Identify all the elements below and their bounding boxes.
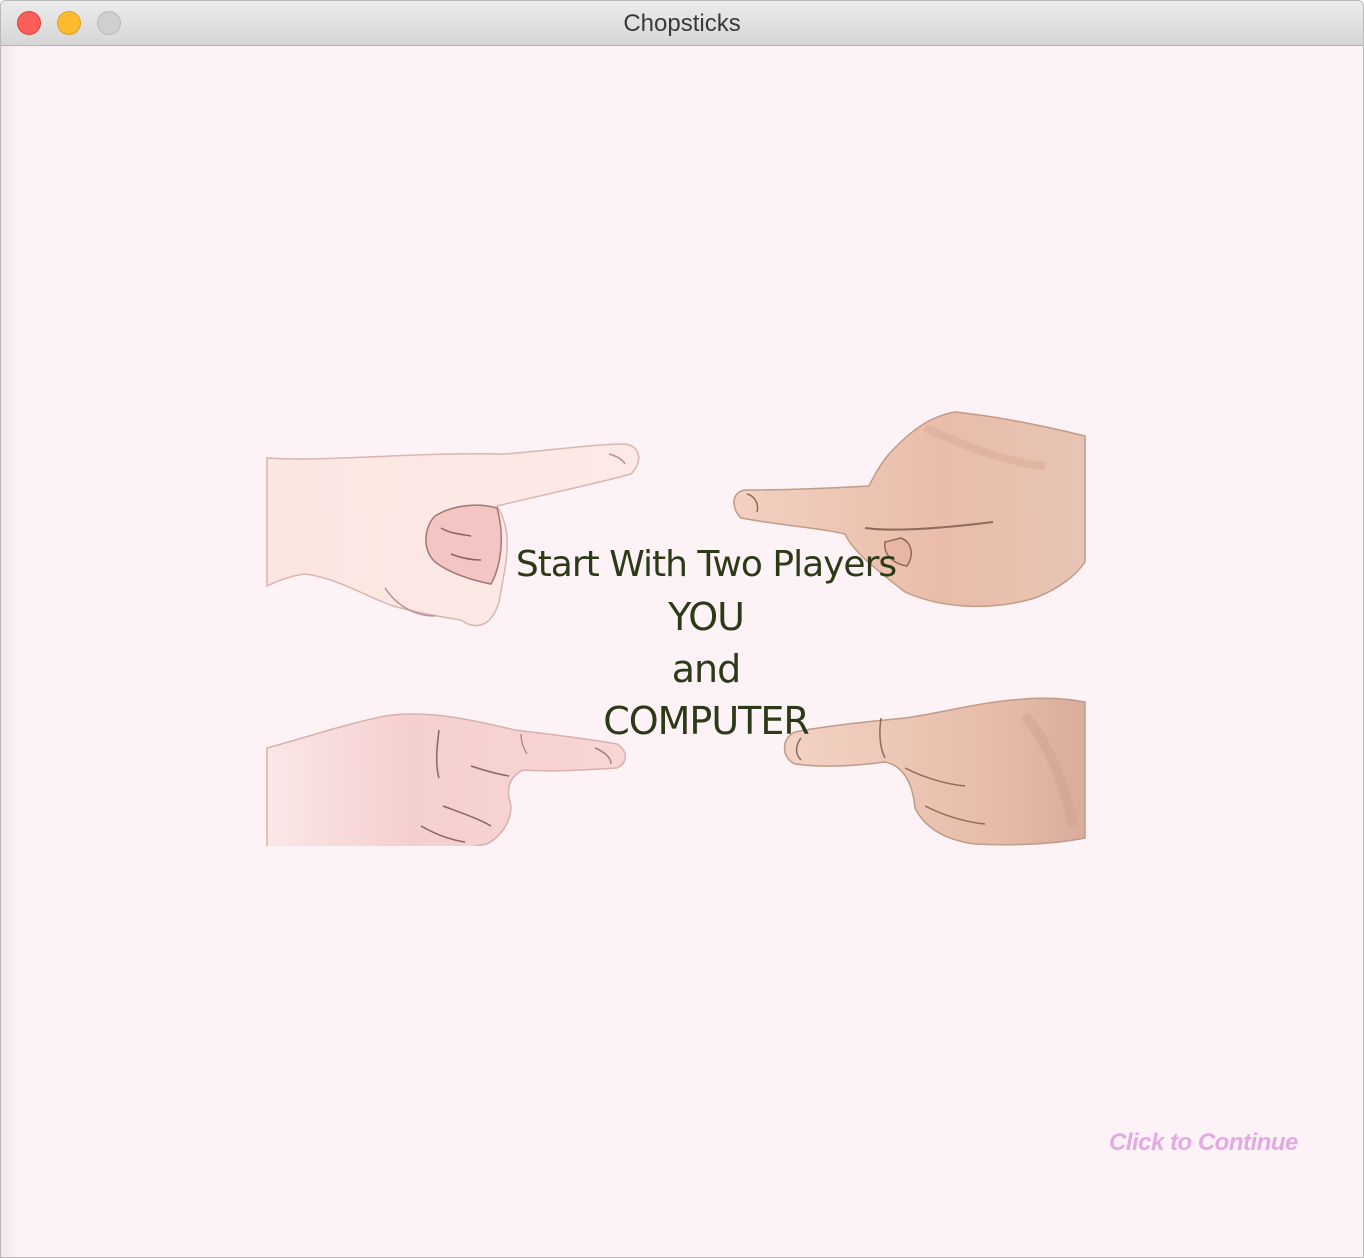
player-you-label: YOU: [668, 595, 745, 639]
intro-heading: Start With Two Players: [515, 544, 897, 585]
and-label: and: [671, 647, 742, 691]
title-bar[interactable]: Chopsticks: [1, 1, 1363, 46]
window-title: Chopsticks: [623, 10, 741, 37]
player-computer-label: COMPUTER: [603, 699, 810, 743]
intro-message: Start With Two Players YOU and COMPUTER: [496, 539, 916, 747]
app-window: Chopsticks Start With Two Players YOU an…: [0, 0, 1364, 1258]
click-to-continue-link[interactable]: Click to Continue: [1109, 1129, 1298, 1157]
